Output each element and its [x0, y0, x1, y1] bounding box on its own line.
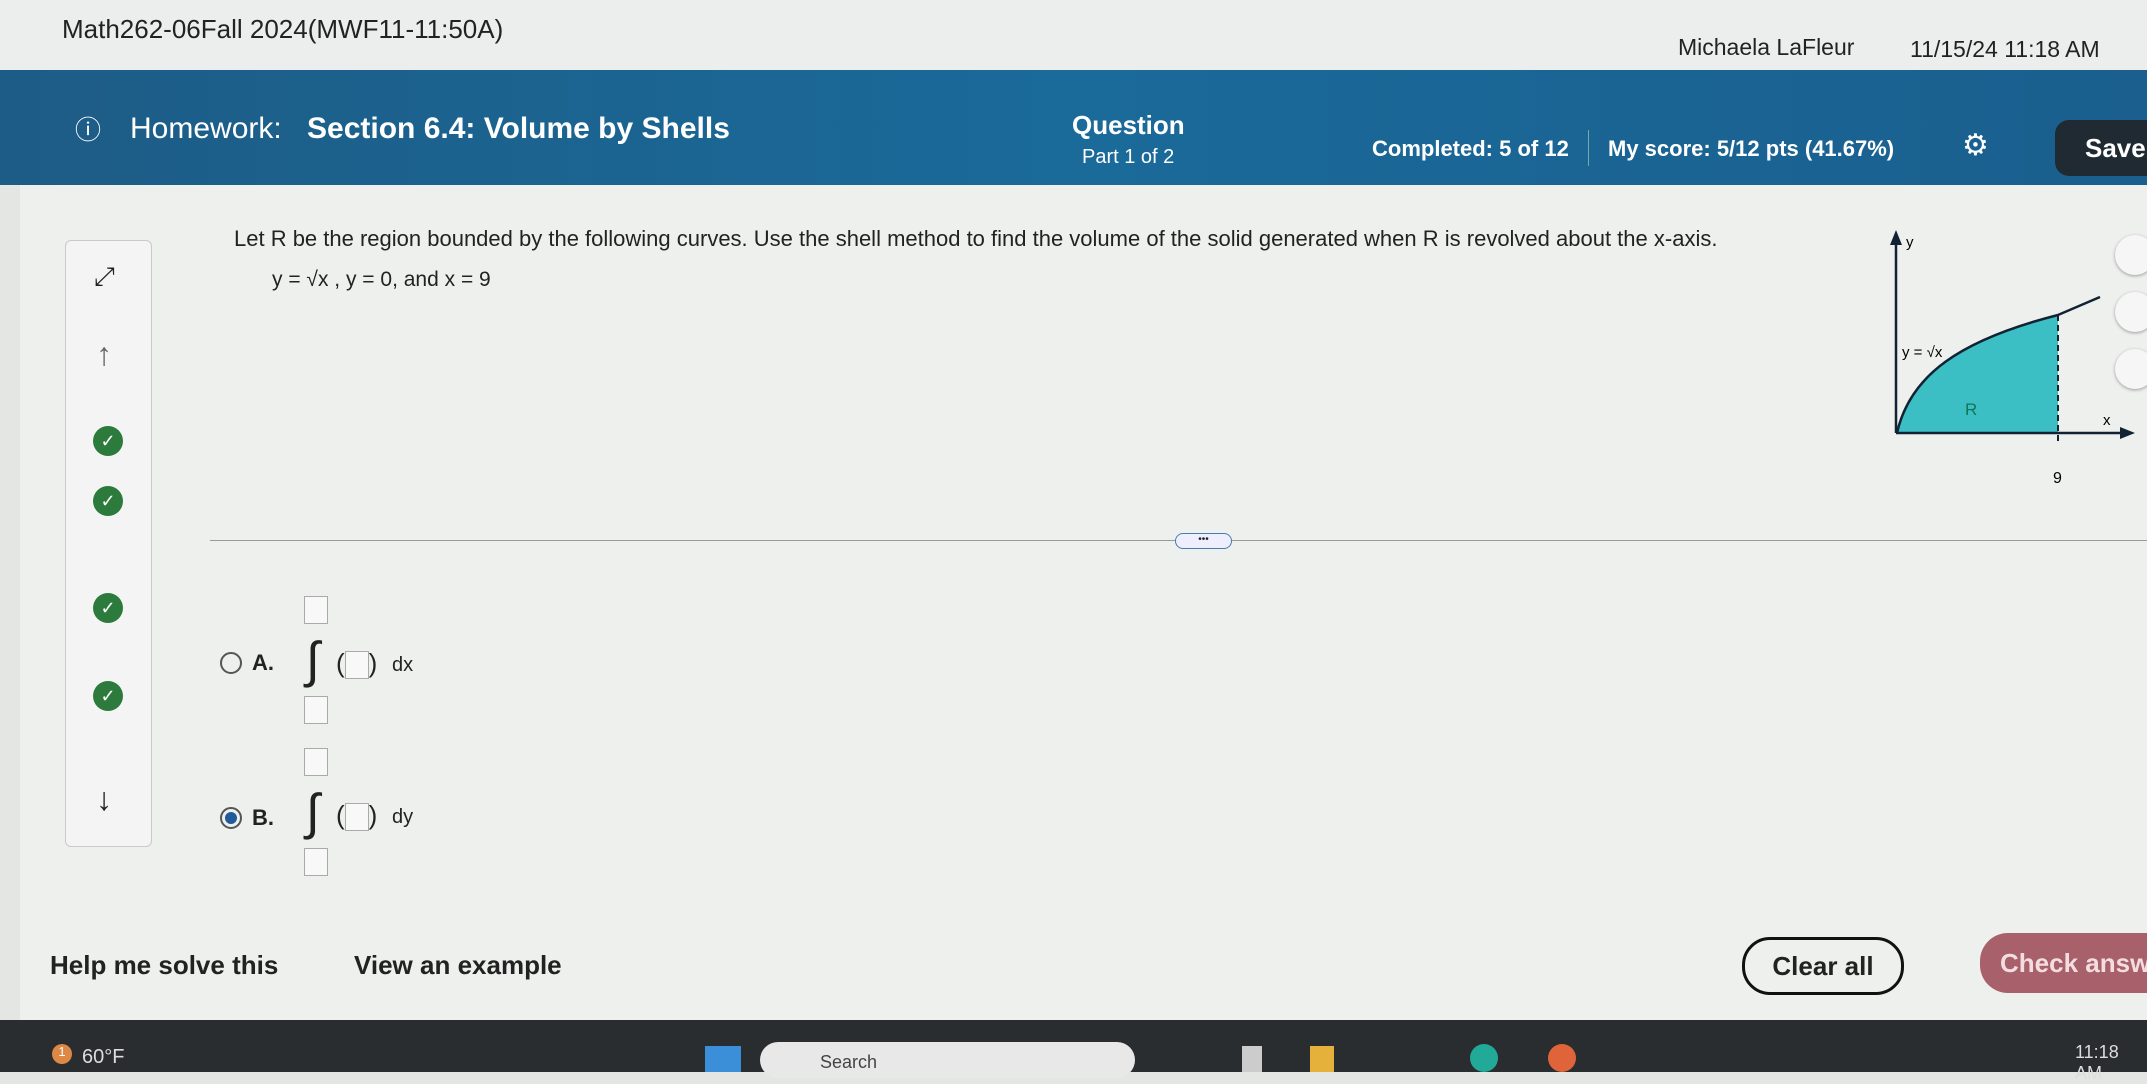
more-button[interactable]: ••• — [1175, 533, 1232, 549]
score: My score: 5/12 pts (41.67%) — [1608, 136, 1895, 161]
region-figure: y x y = √x R 9 — [1890, 230, 2135, 485]
help-me-solve-link[interactable]: Help me solve this — [50, 950, 278, 981]
settings-gear-icon[interactable]: ⚙ — [1962, 128, 1989, 163]
option-b[interactable]: B. — [220, 805, 274, 831]
region-label: R — [1965, 400, 1977, 419]
differential: dx — [392, 654, 414, 676]
arrow-down-icon[interactable]: ↓ — [96, 781, 112, 818]
curve-label: y = √x — [1902, 344, 1943, 361]
radio-a[interactable] — [220, 652, 242, 674]
region-fill — [1897, 315, 2058, 433]
taskbar: 1 60°F Search 11:18 AM — [0, 1020, 2147, 1083]
y-axis-label: y — [1906, 234, 1914, 251]
zoom-out-button[interactable] — [2115, 292, 2147, 332]
check-icon[interactable]: ✓ — [93, 593, 123, 623]
app-icon[interactable] — [1242, 1046, 1262, 1072]
view-example-link[interactable]: View an example — [354, 950, 562, 981]
completed-count: Completed: 5 of 12 — [1372, 136, 1569, 161]
check-icon[interactable]: ✓ — [93, 681, 123, 711]
user-name[interactable]: Michaela LaFleur — [1678, 34, 1854, 61]
weather-badge: 1 — [52, 1044, 72, 1064]
brave-icon[interactable] — [1548, 1044, 1576, 1072]
upper-limit-input[interactable] — [304, 596, 328, 624]
option-letter: A. — [252, 650, 274, 675]
info-icon[interactable]: ⓘ — [75, 110, 101, 147]
integral-a: ∫ () dx — [300, 596, 413, 726]
option-a[interactable]: A. — [220, 650, 274, 676]
check-icon[interactable]: ✓ — [93, 426, 123, 456]
question-nav-panel: ⤢ ↑ ✓ ✓ ✓ ✓ ↓ — [65, 240, 152, 847]
homework-label: Homework: — [130, 112, 282, 145]
clock: 11:18 AM — [2075, 1042, 2119, 1083]
check-icon[interactable]: ✓ — [93, 486, 123, 516]
expand-icon[interactable]: ⤢ — [94, 261, 115, 293]
lower-limit-input[interactable] — [304, 848, 328, 876]
top-bar: Math262-06Fall 2024(MWF11-11:50A) Michae… — [0, 0, 2147, 70]
taskbar-search[interactable]: Search — [760, 1042, 1135, 1078]
tick-label: 9 — [2053, 470, 2062, 485]
lower-limit-input[interactable] — [304, 696, 328, 724]
edge-icon[interactable] — [1470, 1044, 1498, 1072]
popout-button[interactable] — [2115, 349, 2147, 389]
course-title: Math262-06Fall 2024(MWF11-11:50A) — [62, 14, 504, 44]
windows-start-icon[interactable] — [705, 1046, 741, 1072]
x-axis-label: x — [2103, 412, 2111, 429]
integrand-input[interactable] — [344, 803, 369, 832]
curve-equations: y = √x , y = 0, and x = 9 — [272, 268, 491, 291]
save-button[interactable]: Save — [2055, 120, 2147, 176]
question-label: Question — [1072, 110, 1185, 140]
weather[interactable]: 60°F — [82, 1046, 124, 1069]
clear-all-button[interactable]: Clear all — [1742, 937, 1904, 995]
datetime: 11/15/24 11:18 AM — [1910, 36, 2100, 62]
assignment-header: ⓘ Homework: Section 6.4: Volume by Shell… — [0, 70, 2147, 185]
file-explorer-icon[interactable] — [1310, 1046, 1334, 1072]
check-answer-button[interactable]: Check answer — [1980, 933, 2147, 993]
differential: dy — [392, 806, 414, 828]
radio-b[interactable] — [220, 807, 242, 829]
option-letter: B. — [252, 805, 274, 830]
upper-limit-input[interactable] — [304, 748, 328, 776]
zoom-in-button[interactable] — [2115, 235, 2147, 275]
homework-title: Section 6.4: Volume by Shells — [307, 112, 730, 145]
integral-b: ∫ () dy — [300, 748, 413, 878]
integrand-input[interactable] — [344, 651, 369, 680]
arrow-up-icon[interactable]: ↑ — [96, 336, 112, 373]
question-text: Let R be the region bounded by the follo… — [234, 226, 1718, 251]
part-indicator: Part 1 of 2 — [1082, 146, 1175, 168]
